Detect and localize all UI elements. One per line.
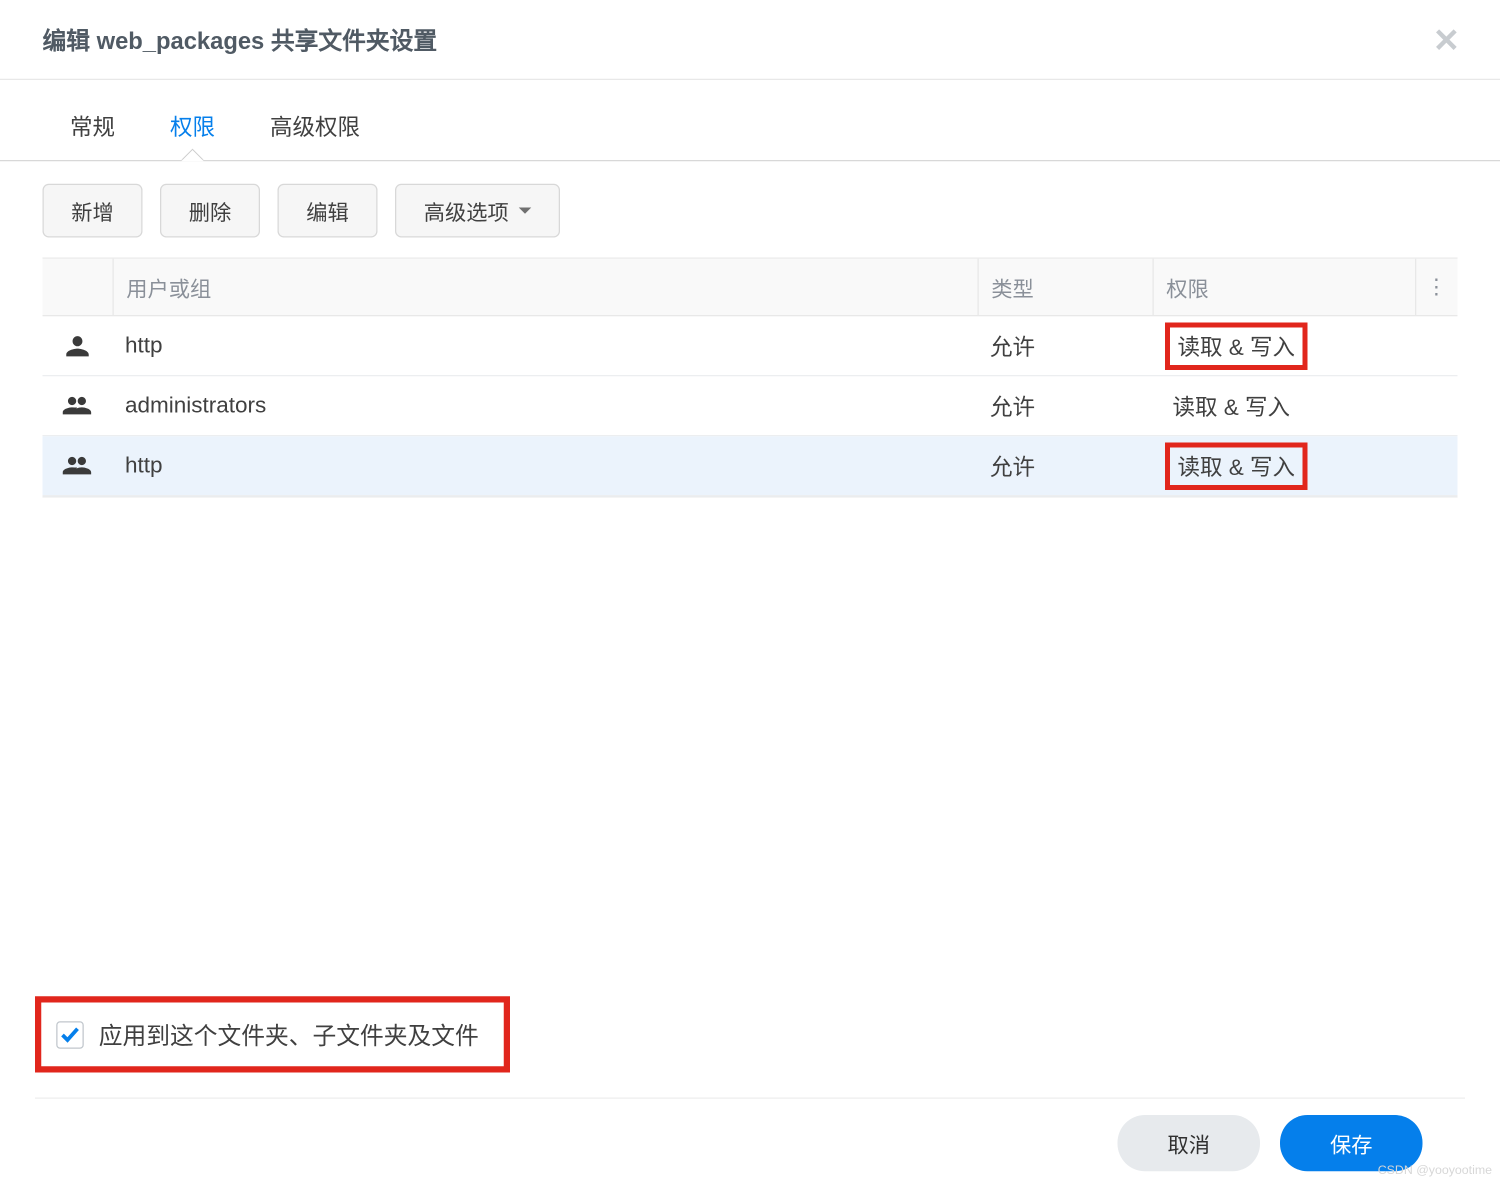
table-header: 用户或组 类型 权限 ⋮	[43, 259, 1458, 317]
table-row[interactable]: http 允许 读取 & 写入	[43, 436, 1458, 496]
th-user-or-group[interactable]: 用户或组	[113, 259, 978, 315]
th-type[interactable]: 类型	[978, 259, 1153, 315]
check-icon	[60, 1024, 80, 1044]
chevron-down-icon	[519, 208, 532, 214]
cell-name: http	[113, 333, 978, 359]
permissions-table: 用户或组 类型 权限 ⋮ http 允许 读取 & 写入 admi	[43, 258, 1458, 498]
delete-button[interactable]: 删除	[160, 184, 260, 238]
cell-permission: 读取 & 写入	[1153, 442, 1416, 490]
table-row[interactable]: administrators 允许 读取 & 写入	[43, 376, 1458, 436]
cell-type: 允许	[978, 329, 1153, 362]
dialog-header: 编辑 web_packages 共享文件夹设置 ✕	[0, 0, 1500, 80]
footer: 应用到这个文件夹、子文件夹及文件 取消 保存	[0, 996, 1500, 1180]
cell-type: 允许	[978, 389, 1153, 422]
advanced-options-button[interactable]: 高级选项	[395, 184, 560, 238]
apply-checkbox[interactable]	[56, 1021, 84, 1049]
user-icon	[43, 332, 113, 360]
tabs: 常规 权限 高级权限	[0, 85, 1500, 161]
cell-permission: 读取 & 写入	[1153, 322, 1416, 370]
tab-general[interactable]: 常规	[43, 85, 143, 160]
dialog-title: 编辑 web_packages 共享文件夹设置	[43, 23, 1433, 57]
add-button[interactable]: 新增	[43, 184, 143, 238]
group-icon	[43, 392, 113, 420]
group-icon	[43, 452, 113, 480]
dialog: 编辑 web_packages 共享文件夹设置 ✕ 常规 权限 高级权限 新增 …	[0, 0, 1500, 1180]
cancel-button[interactable]: 取消	[1118, 1115, 1261, 1171]
advanced-options-label: 高级选项	[424, 195, 509, 226]
save-button[interactable]: 保存	[1280, 1115, 1423, 1171]
close-icon[interactable]: ✕	[1433, 23, 1460, 56]
button-bar: 取消 保存	[35, 1098, 1465, 1176]
cell-name: administrators	[113, 393, 978, 419]
table-row[interactable]: http 允许 读取 & 写入	[43, 316, 1458, 376]
th-icon	[43, 259, 113, 315]
tab-permissions[interactable]: 权限	[143, 85, 243, 160]
cell-permission: 读取 & 写入	[1153, 387, 1416, 425]
th-permission[interactable]: 权限	[1153, 259, 1416, 315]
cell-name: http	[113, 453, 978, 479]
watermark: CSDN @yooyootime	[1378, 1164, 1492, 1178]
edit-button[interactable]: 编辑	[278, 184, 378, 238]
apply-to-subfolders-row[interactable]: 应用到这个文件夹、子文件夹及文件	[35, 996, 510, 1072]
apply-checkbox-label: 应用到这个文件夹、子文件夹及文件	[99, 1018, 479, 1052]
tab-advanced-permissions[interactable]: 高级权限	[243, 85, 388, 160]
column-options-icon[interactable]: ⋮	[1415, 259, 1458, 315]
toolbar: 新增 删除 编辑 高级选项	[0, 161, 1500, 257]
cell-type: 允许	[978, 449, 1153, 482]
